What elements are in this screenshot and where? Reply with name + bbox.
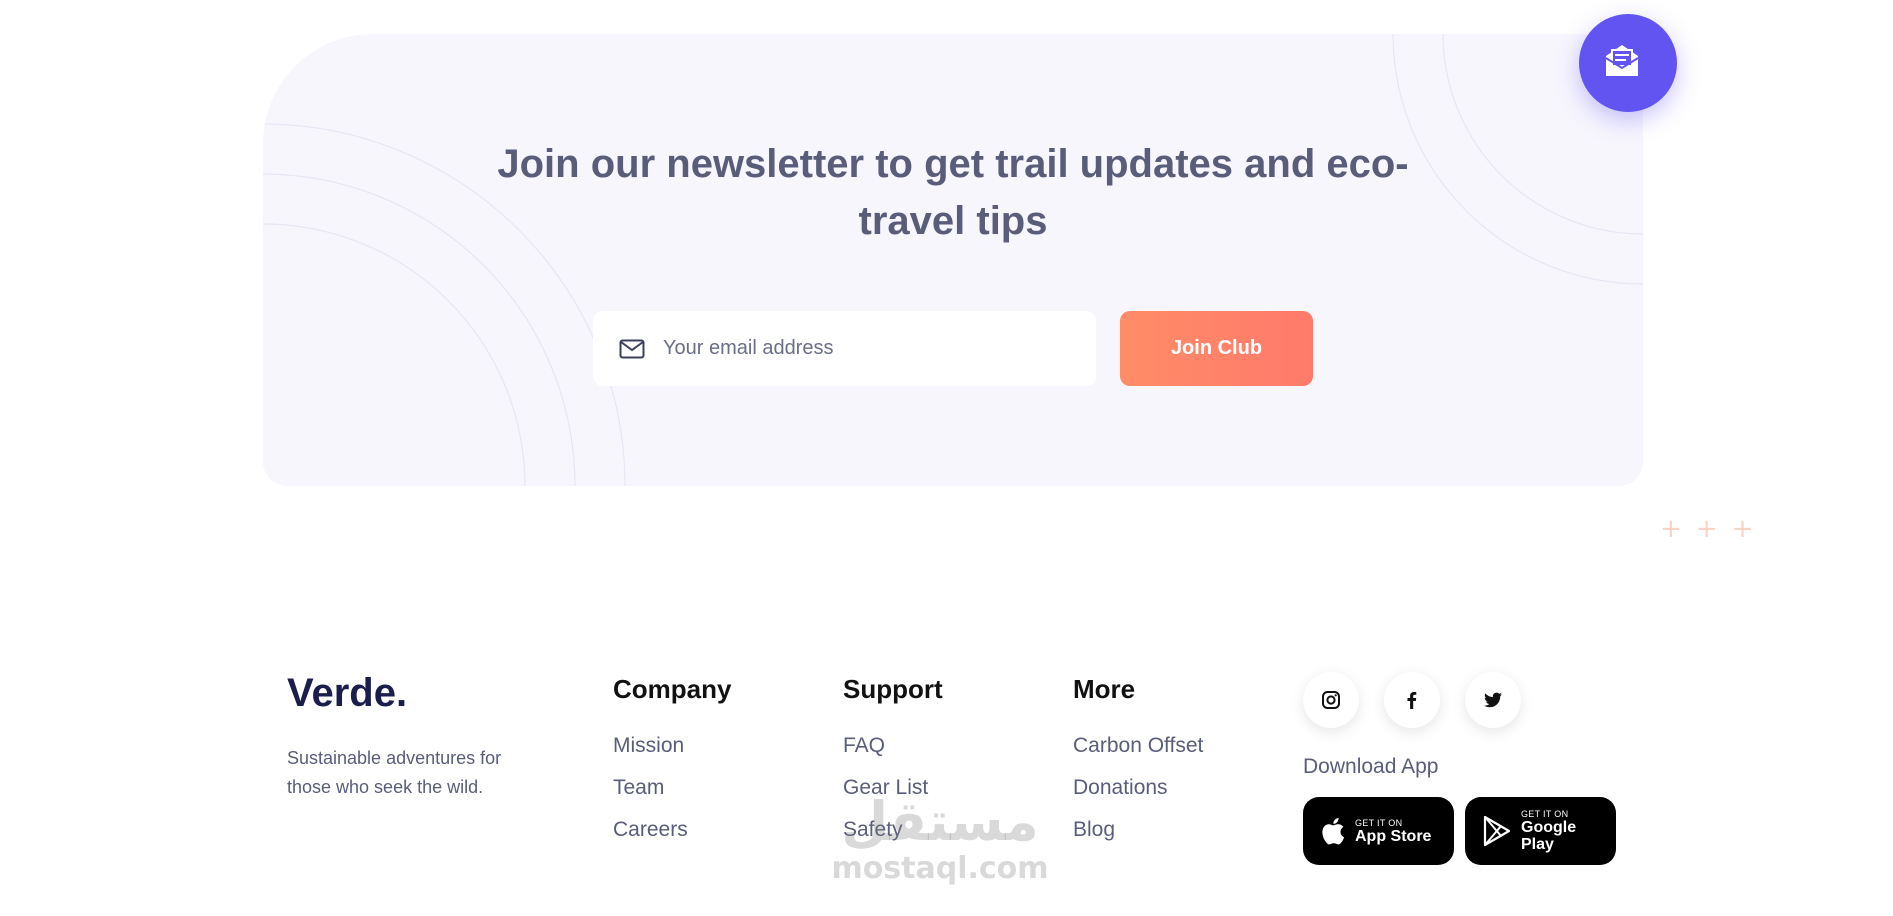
apple-icon [1322,817,1345,845]
decorative-plus-signs: + + + [1660,514,1753,544]
twitter-icon [1484,692,1502,708]
email-input[interactable] [663,337,1063,360]
download-app-label: Download App [1303,755,1439,778]
plus-icon: + [1731,514,1754,544]
google-play-small-text: GET IT ON [1521,809,1569,819]
join-club-button[interactable]: Join Club [1120,311,1313,386]
envelope-icon [619,339,645,358]
column-heading: Support [843,674,943,704]
plus-icon: + [1660,514,1682,544]
google-play-icon [1483,815,1511,847]
decorative-arcs [263,34,1643,486]
twitter-button[interactable] [1465,672,1521,728]
instagram-button[interactable] [1303,672,1359,728]
email-field[interactable] [593,311,1096,386]
google-play-label-line1: Google [1521,819,1577,836]
footer-column-company: Company Mission Team Careers [613,674,731,860]
instagram-icon [1322,691,1340,709]
app-store-button[interactable]: GET IT ON App Store [1303,797,1454,865]
google-play-label-line2: Play [1521,836,1554,853]
footer-column-more: More Carbon Offset Donations Blog [1073,674,1203,860]
facebook-button[interactable] [1384,672,1440,728]
footer-link-donations[interactable]: Donations [1073,776,1203,800]
column-heading: Company [613,674,732,704]
brand-tagline: Sustainable adventures for those who see… [287,748,502,797]
watermark-arabic: مستقل [841,790,1039,853]
footer-link-faq[interactable]: FAQ [843,734,943,758]
newsletter-title: Join our newsletter to get trail updates… [497,142,1409,243]
app-store-label: App Store [1355,827,1432,845]
footer-link-carbon-offset[interactable]: Carbon Offset [1073,734,1203,758]
google-play-button[interactable]: GET IT ON Google Play [1465,797,1616,865]
footer-link-team[interactable]: Team [613,776,731,800]
plus-icon: + [1695,514,1718,544]
facebook-icon [1407,692,1417,709]
footer-link-blog[interactable]: Blog [1073,818,1203,842]
column-heading: More [1073,674,1136,704]
footer-link-careers[interactable]: Careers [613,818,731,842]
footer-link-mission[interactable]: Mission [613,734,731,758]
watermark-latin: mostaql.com [831,851,1049,886]
watermark: مستقل mostaql.com [820,792,1060,886]
open-mail-icon [1605,45,1639,76]
newsletter-card: Join our newsletter to get trail updates… [263,34,1643,486]
brand-logo[interactable]: Verde. [287,671,407,716]
app-store-small-text: GET IT ON [1355,817,1403,828]
